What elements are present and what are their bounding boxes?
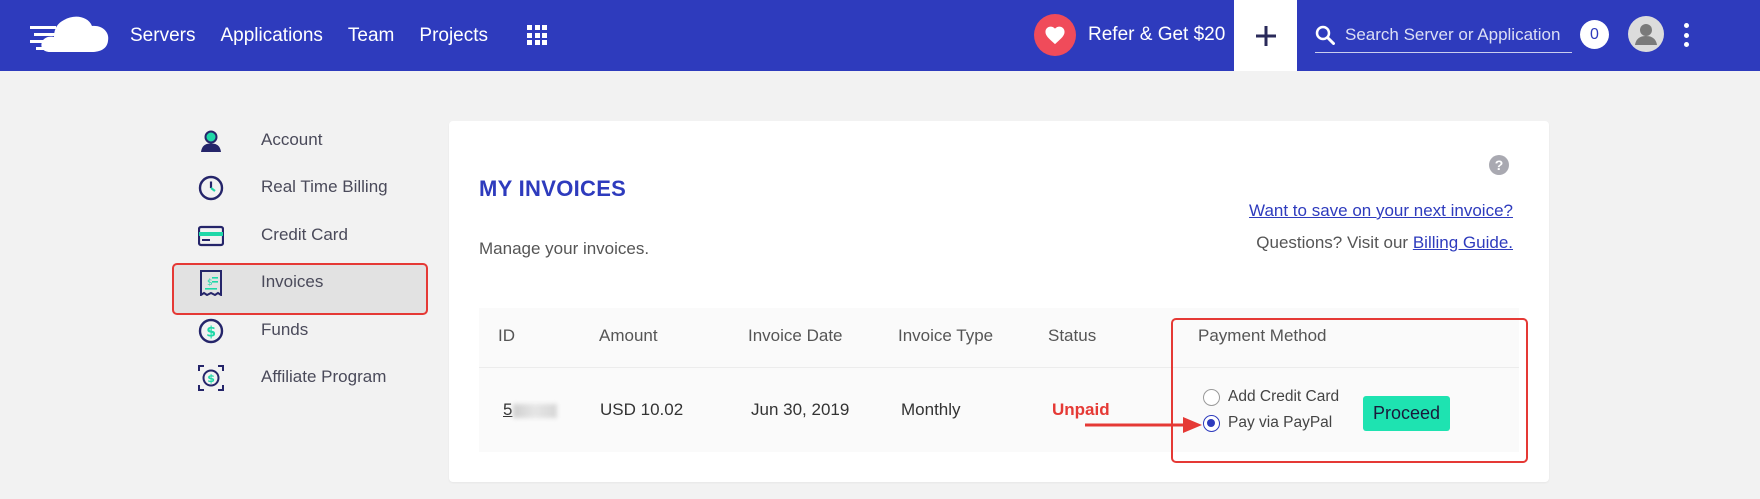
main-nav: Servers Applications Team Projects: [130, 0, 513, 71]
search-box: [1315, 18, 1572, 53]
invoice-date: Jun 30, 2019: [751, 400, 850, 419]
sidebar-item-label: Account: [261, 130, 323, 149]
user-icon: [1635, 24, 1657, 45]
radio-add-credit-card[interactable]: [1203, 388, 1220, 406]
refer-button[interactable]: Refer & Get $20: [1034, 14, 1225, 56]
sidebar-item-account[interactable]: Account: [190, 118, 430, 162]
pay-via-paypal-option[interactable]: Pay via PayPal: [1203, 414, 1332, 432]
invoice-id-link[interactable]: 5: [503, 400, 558, 420]
add-button[interactable]: [1234, 0, 1297, 71]
page-title: MY INVOICES: [479, 176, 627, 201]
invoice-type: Monthly: [901, 400, 961, 419]
nav-applications[interactable]: Applications: [220, 25, 322, 47]
radio-pay-via-paypal[interactable]: [1203, 414, 1220, 432]
column-header-id: ID: [498, 326, 515, 345]
svg-text:$: $: [207, 278, 213, 288]
svg-text:$: $: [207, 372, 215, 385]
billing-guide-text: Questions? Visit our Billing Guide.: [1256, 233, 1513, 253]
user-icon: [201, 130, 221, 152]
dollar-icon: $: [198, 318, 224, 344]
sidebar-item-funds[interactable]: $ Funds: [190, 308, 430, 352]
refer-label: Refer & Get $20: [1088, 24, 1226, 45]
column-header-invoice-date: Invoice Date: [748, 326, 843, 345]
proceed-button[interactable]: Proceed: [1363, 396, 1450, 431]
plus-icon: [1255, 25, 1276, 46]
nav-projects[interactable]: Projects: [419, 25, 488, 47]
column-header-amount: Amount: [599, 326, 658, 345]
add-credit-card-option[interactable]: Add Credit Card: [1203, 388, 1339, 406]
invoice-id-visible: 5: [503, 400, 513, 419]
kebab-icon[interactable]: [1681, 23, 1691, 47]
sidebar-item-affiliate-program[interactable]: $ Affiliate Program: [190, 355, 430, 399]
search-input[interactable]: [1345, 25, 1570, 45]
user-avatar[interactable]: [1628, 16, 1664, 52]
sidebar-item-real-time-billing[interactable]: Real Time Billing: [190, 165, 430, 209]
cloud-logo-icon[interactable]: [30, 14, 110, 56]
sidebar-item-label: Real Time Billing: [261, 177, 388, 196]
radio-label: Add Credit Card: [1228, 388, 1340, 405]
sidebar-item-label: Invoices: [261, 272, 324, 291]
affiliate-icon: $: [198, 365, 224, 391]
invoice-amount: USD 10.02: [600, 400, 684, 419]
search-icon: [1315, 25, 1335, 45]
invoice-icon: $: [200, 270, 222, 296]
sidebar-item-invoices[interactable]: $ Invoices: [190, 260, 430, 304]
radio-label: Pay via PayPal: [1228, 414, 1333, 431]
notification-count-badge[interactable]: 0: [1580, 20, 1609, 49]
help-icon[interactable]: ?: [1489, 155, 1509, 175]
nav-servers[interactable]: Servers: [130, 25, 195, 47]
nav-team[interactable]: Team: [348, 25, 394, 47]
grid-icon[interactable]: [527, 25, 547, 45]
questions-prefix: Questions? Visit our: [1256, 233, 1409, 252]
sidebar-item-label: Credit Card: [261, 225, 348, 244]
column-header-invoice-type: Invoice Type: [898, 326, 994, 345]
column-header-status: Status: [1048, 326, 1097, 345]
sidebar-item-label: Affiliate Program: [261, 367, 387, 386]
arrow-annotation-icon: [1085, 417, 1202, 433]
redacted-id: [513, 403, 558, 418]
page-subtitle: Manage your invoices.: [479, 239, 650, 258]
sidebar-item-credit-card[interactable]: Credit Card: [190, 213, 430, 257]
svg-text:$: $: [206, 325, 216, 341]
sidebar-item-label: Funds: [261, 320, 309, 339]
save-on-invoice-link[interactable]: Want to save on your next invoice?: [1249, 201, 1513, 221]
top-navbar: Servers Applications Team Projects Refer…: [0, 0, 1760, 71]
credit-card-icon: [198, 225, 224, 247]
heart-icon: [1034, 14, 1076, 56]
billing-guide-link[interactable]: Billing Guide.: [1413, 233, 1513, 252]
clock-icon: [198, 175, 224, 201]
